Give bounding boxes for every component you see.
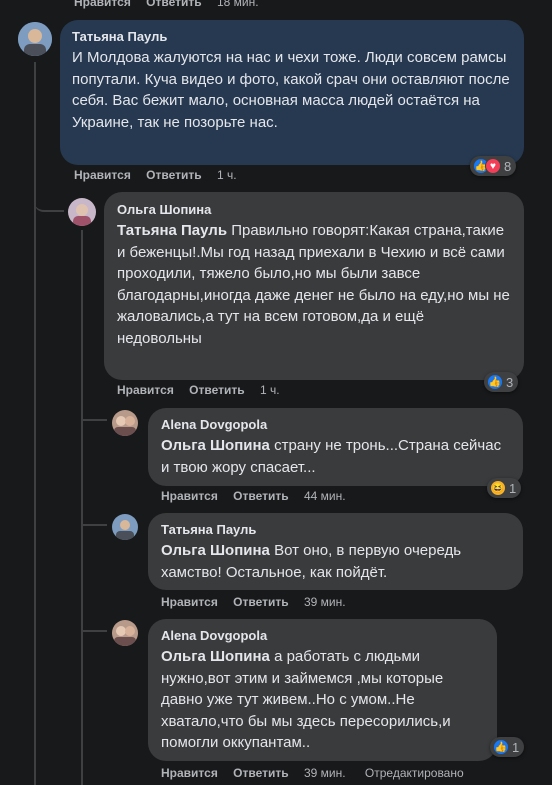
comment-actions: Нравится Ответить 1 ч. xyxy=(117,383,296,397)
comment-text: Ольга Шопина а работать с людьми нужно,в… xyxy=(161,646,484,754)
comment-bubble: Alena Dovgopola Ольга Шопина а работать … xyxy=(148,619,497,761)
reactions-summary[interactable]: 👍 1 xyxy=(490,737,525,757)
mention-link[interactable]: Ольга Шопина xyxy=(161,648,270,665)
comment-bubble: Татьяна Пауль Ольга Шопина Вот оно, в пе… xyxy=(148,513,523,590)
comment-actions: Нравится Ответить 44 мин. xyxy=(161,489,362,503)
timestamp[interactable]: 18 мин. xyxy=(217,0,259,9)
love-reaction-icon: ♥ xyxy=(485,158,501,174)
like-reaction-icon: 👍 xyxy=(493,739,509,755)
comment-actions: Нравится Ответить 39 мин. Отредактирован… xyxy=(161,766,480,780)
timestamp[interactable]: 39 мин. xyxy=(304,595,346,609)
avatar[interactable] xyxy=(18,22,52,56)
comment-bubble: Татьяна Пауль И Молдова жалуются на нас … xyxy=(60,20,524,165)
mention-link[interactable]: Ольга Шопина xyxy=(161,437,270,454)
comment-bubble: Ольга Шопина Татьяна Пауль Правильно гов… xyxy=(104,192,524,380)
reactions-summary[interactable]: 😆 1 xyxy=(487,478,522,498)
avatar[interactable] xyxy=(68,198,96,226)
comment-author[interactable]: Татьяна Пауль xyxy=(161,522,510,537)
reply-button[interactable]: Ответить xyxy=(189,383,244,397)
comment-author[interactable]: Alena Dovgopola xyxy=(161,417,510,432)
avatar-image xyxy=(68,198,96,226)
avatar-image xyxy=(112,514,138,540)
timestamp[interactable]: 44 мин. xyxy=(304,489,346,503)
timestamp[interactable]: 39 мин. xyxy=(304,766,346,780)
reply-button[interactable]: Ответить xyxy=(146,0,201,9)
reply-button[interactable]: Ответить xyxy=(233,489,288,503)
thread-connector xyxy=(81,524,107,526)
like-button[interactable]: Нравится xyxy=(74,0,131,9)
thread-line xyxy=(81,230,83,785)
comment-author[interactable]: Ольга Шопина xyxy=(117,202,511,217)
reply-button[interactable]: Ответить xyxy=(146,168,201,182)
avatar[interactable] xyxy=(112,410,138,436)
timestamp[interactable]: 1 ч. xyxy=(260,383,280,397)
like-button[interactable]: Нравится xyxy=(161,766,218,780)
thread-connector xyxy=(81,419,107,421)
avatar-image xyxy=(112,620,138,646)
thread-connector xyxy=(81,630,107,632)
comment-body: Правильно говорят:Какая страна,такие и б… xyxy=(117,222,510,347)
comment-author[interactable]: Alena Dovgopola xyxy=(161,628,484,643)
thread-line xyxy=(34,62,36,785)
timestamp[interactable]: 1 ч. xyxy=(217,168,237,182)
comment-text: Ольга Шопина страну не тронь...Страна се… xyxy=(161,435,510,478)
reactions-summary[interactable]: 👍 ♥ 8 xyxy=(470,156,517,176)
like-button[interactable]: Нравится xyxy=(161,489,218,503)
avatar[interactable] xyxy=(112,514,138,540)
like-button[interactable]: Нравится xyxy=(117,383,174,397)
comment-text: Татьяна Пауль Правильно говорят:Какая ст… xyxy=(117,220,511,349)
like-button[interactable]: Нравится xyxy=(74,168,131,182)
reactions-summary[interactable]: 👍 3 xyxy=(484,372,519,392)
comment-text: И Молдова жалуются на нас и чехи тоже. Л… xyxy=(72,49,510,131)
thread-connector xyxy=(34,190,64,212)
reaction-count: 1 xyxy=(509,480,517,496)
reaction-count: 1 xyxy=(512,739,520,755)
reaction-count: 3 xyxy=(506,374,514,390)
comment-author[interactable]: Татьяна Пауль xyxy=(72,29,512,44)
reply-button[interactable]: Ответить xyxy=(233,766,288,780)
comment-text: Ольга Шопина Вот оно, в первую очередь х… xyxy=(161,540,510,583)
comment-actions: Нравится Ответить 18 мин. xyxy=(74,0,275,9)
edited-label[interactable]: Отредактировано xyxy=(365,766,464,780)
avatar[interactable] xyxy=(112,620,138,646)
reaction-count: 8 xyxy=(504,158,512,174)
like-button[interactable]: Нравится xyxy=(161,595,218,609)
avatar-image xyxy=(18,22,52,56)
comment-actions: Нравится Ответить 39 мин. xyxy=(161,595,362,609)
mention-link[interactable]: Ольга Шопина xyxy=(161,542,270,559)
mention-link[interactable]: Татьяна Пауль xyxy=(117,222,227,239)
comment-bubble: Alena Dovgopola Ольга Шопина страну не т… xyxy=(148,408,523,486)
avatar-image xyxy=(112,410,138,436)
reply-button[interactable]: Ответить xyxy=(233,595,288,609)
haha-reaction-icon: 😆 xyxy=(490,480,506,496)
comment-actions: Нравится Ответить 1 ч. xyxy=(74,168,253,182)
like-reaction-icon: 👍 xyxy=(487,374,503,390)
